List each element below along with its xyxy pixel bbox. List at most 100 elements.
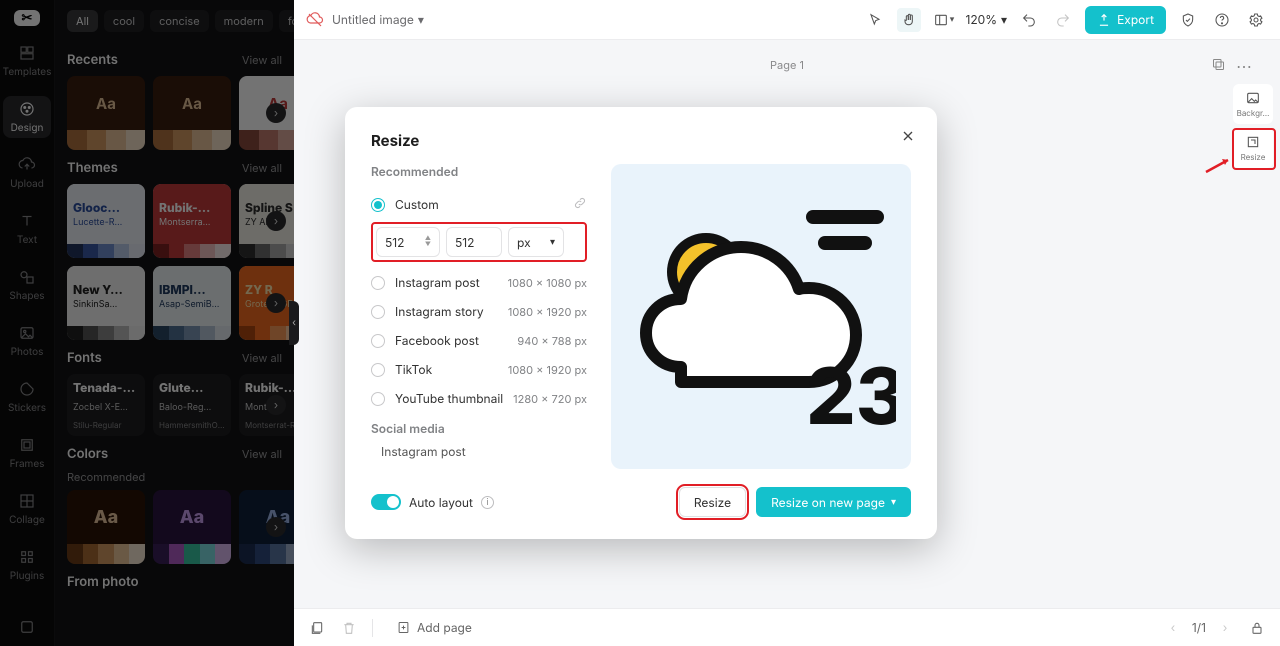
color-card[interactable]: Aa	[153, 490, 231, 564]
row-next[interactable]: ›	[266, 293, 286, 313]
theme-card[interactable]: New Y…SinkinSa…	[67, 266, 145, 340]
rail-label: Design	[11, 122, 44, 134]
filter-partial[interactable]: fo	[279, 10, 294, 32]
filter-modern[interactable]: modern	[215, 10, 273, 32]
option-label: Instagram post	[395, 275, 508, 290]
auto-layout-toggle[interactable]	[371, 494, 401, 510]
font-card[interactable]: Tenada-…Zocbel X-E…Stilu-Regular	[67, 374, 145, 436]
layers-icon	[18, 618, 36, 636]
rail-shapes[interactable]: Shapes	[3, 264, 51, 306]
rrail-resize[interactable]: Resize	[1233, 128, 1273, 168]
upload-icon	[18, 156, 36, 174]
unit-select[interactable]: px▾	[508, 227, 564, 257]
layout-tool[interactable]: ▾	[931, 8, 955, 32]
rail-plugins[interactable]: Plugins	[3, 544, 51, 586]
color-card[interactable]: Aa	[67, 490, 145, 564]
filter-concise[interactable]: concise	[150, 10, 209, 32]
resize-new-label: Resize on new page	[771, 495, 885, 510]
theme-card[interactable]: Rubik-…Montserra…	[153, 184, 231, 258]
option-dims: 1080 × 1080 px	[508, 276, 587, 290]
themes-viewall[interactable]: View all	[242, 161, 282, 175]
stickers-icon	[18, 380, 36, 398]
filter-all[interactable]: All	[67, 10, 98, 32]
font-card[interactable]: Glute…Baloo-Reg…HammersmithOn…	[153, 374, 231, 436]
shield-icon[interactable]	[1176, 8, 1200, 32]
link-dimensions-icon[interactable]	[573, 196, 587, 213]
rail-label: Stickers	[8, 402, 46, 414]
theme-card[interactable]: Glooc…Lucette-R…	[67, 184, 145, 258]
chevron-down-icon: ▾	[418, 12, 424, 27]
export-button[interactable]: Export	[1085, 6, 1166, 34]
recent-card[interactable]: Aa	[67, 76, 145, 150]
row-next[interactable]: ›	[266, 395, 286, 415]
panel-collapse-handle[interactable]: ‹	[289, 301, 299, 345]
width-stepper[interactable]: ▲▼	[425, 236, 431, 248]
row-next[interactable]: ›	[266, 211, 286, 231]
resize-new-page-button[interactable]: Resize on new page▾	[756, 487, 911, 517]
option-custom[interactable]: Custom	[371, 189, 587, 220]
row-next[interactable]: ›	[266, 103, 286, 123]
page-more-icon[interactable]: ⋯	[1236, 56, 1252, 76]
right-rail: Backgr… Resize	[1232, 84, 1274, 168]
colors-viewall[interactable]: View all	[242, 447, 282, 461]
resize-option[interactable]: Instagram story1080 × 1920 px	[371, 297, 587, 326]
social-heading: Social media	[371, 421, 587, 436]
rrail-background[interactable]: Backgr…	[1233, 84, 1273, 124]
resize-option[interactable]: YouTube thumbnail1280 × 720 px	[371, 384, 587, 413]
social-item[interactable]: Instagram post	[371, 440, 587, 459]
undo-button[interactable]	[1017, 8, 1041, 32]
app-logo[interactable]: ✂	[14, 10, 40, 26]
rail-upload[interactable]: Upload	[3, 152, 51, 194]
rail-design[interactable]: Design	[3, 96, 51, 138]
option-dims: 1080 × 1920 px	[508, 305, 587, 319]
pages-list-icon[interactable]	[308, 619, 326, 637]
help-icon[interactable]	[1210, 8, 1234, 32]
height-input[interactable]: 512	[446, 227, 502, 257]
rail-frames[interactable]: Frames	[3, 432, 51, 474]
info-icon[interactable]: i	[481, 496, 494, 509]
rail-text[interactable]: Text	[3, 208, 51, 250]
page-duplicate-icon[interactable]	[1211, 56, 1226, 76]
rail-settings-bottom[interactable]	[3, 614, 51, 640]
fonts-viewall[interactable]: View all	[242, 351, 282, 365]
settings-icon[interactable]	[1244, 8, 1268, 32]
rrail-resize-label: Resize	[1241, 152, 1266, 162]
text-icon	[18, 212, 36, 230]
rail-label: Plugins	[10, 570, 44, 582]
cursor-tool[interactable]	[863, 8, 887, 32]
rail-templates[interactable]: Templates	[3, 40, 51, 82]
row-next[interactable]: ›	[266, 517, 286, 537]
resize-option[interactable]: Instagram post1080 × 1080 px	[371, 268, 587, 297]
topbar: Untitled image ▾ ▾ 120% ▾ Export	[294, 0, 1280, 40]
rail-photos[interactable]: Photos	[3, 320, 51, 362]
add-page-label: Add page	[417, 620, 472, 635]
page-next[interactable]: ›	[1216, 619, 1234, 637]
filter-cool[interactable]: cool	[104, 10, 144, 32]
resize-option[interactable]: Facebook post940 × 788 px	[371, 326, 587, 355]
add-page-button[interactable]: Add page	[387, 615, 481, 640]
redo-button[interactable]	[1051, 8, 1075, 32]
zoom-dropdown[interactable]: 120% ▾	[965, 12, 1007, 27]
rail-stickers[interactable]: Stickers	[3, 376, 51, 418]
modal-close[interactable]	[897, 125, 919, 147]
page-counter: 1/1	[1192, 620, 1206, 635]
rail-label: Collage	[9, 514, 45, 526]
custom-label: Custom	[395, 197, 573, 212]
colors-title: Colors	[67, 446, 108, 462]
recent-card[interactable]: Aa	[153, 76, 231, 150]
lock-icon[interactable]	[1248, 619, 1266, 637]
document-title-text: Untitled image	[332, 12, 414, 27]
delete-page-icon[interactable]	[340, 619, 358, 637]
document-title[interactable]: Untitled image ▾	[332, 12, 424, 27]
photos-icon	[18, 324, 36, 342]
theme-card[interactable]: IBMPl…Asap-SemiB…	[153, 266, 231, 340]
hand-tool[interactable]	[897, 8, 921, 32]
radio-icon	[371, 276, 385, 290]
page-prev[interactable]: ‹	[1164, 619, 1182, 637]
rail-collage[interactable]: Collage	[3, 488, 51, 530]
width-input[interactable]: 512▲▼	[376, 227, 440, 257]
resize-button[interactable]: Resize	[679, 487, 746, 517]
radio-icon	[371, 198, 385, 212]
recents-viewall[interactable]: View all	[242, 53, 282, 67]
resize-option[interactable]: TikTok1080 × 1920 px	[371, 355, 587, 384]
